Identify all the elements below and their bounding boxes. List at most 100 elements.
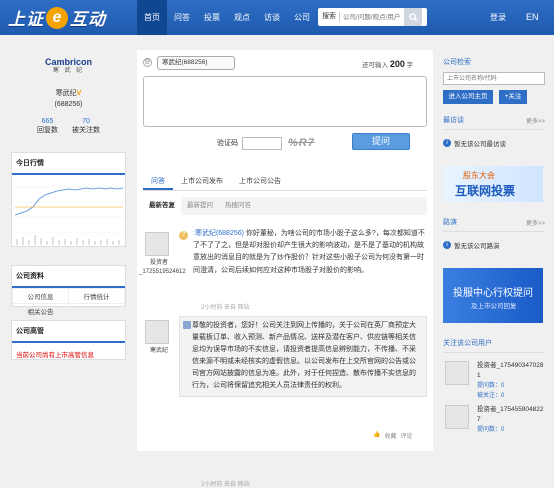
company-sidebar: Cambricon 寒 武 纪 寒武纪V (688256) 665 回复数 70 被… (11, 58, 126, 360)
roadshow-more-link[interactable]: 更多>> (526, 218, 545, 227)
info-icon: i (443, 241, 451, 249)
answer-actions: 👍 收藏 评论 (373, 431, 413, 440)
executives-title: 公司高管 (12, 321, 125, 343)
divider (443, 129, 545, 130)
subtab-hot-qa[interactable]: 热搜问答 (219, 197, 257, 215)
right-sidebar: 公司检索 进入公司主页 +关注 最访谈 更多>> i暂无该公司最访谈 股东大会 … (443, 50, 545, 439)
char-hint-prefix: 还可输入 (362, 62, 388, 69)
question-target-company[interactable]: 寒武纪(688256) (157, 56, 235, 70)
search-button[interactable] (404, 8, 422, 26)
followers-header: 关注该公司用户 (443, 337, 545, 349)
search-icon (408, 12, 418, 22)
login-link[interactable]: 登录 (490, 0, 506, 35)
nav-company[interactable]: 公司 (287, 0, 317, 35)
search-label[interactable]: 搜索 (318, 12, 340, 22)
question-text: :寒武纪(688256) 你好董秘，为啥公司的市场小股子这么多?，每次都知道不了… (193, 228, 427, 277)
followers-title: 关注该公司用户 (443, 340, 492, 347)
submit-question-button[interactable]: 提问 (352, 133, 410, 150)
follow-button[interactable]: +关注 (499, 90, 527, 104)
company-name-block: 寒武纪V (688256) (11, 88, 126, 110)
question-at-company[interactable]: :寒武纪(688256) (193, 230, 244, 237)
enter-company-button[interactable]: 进入公司主页 (443, 90, 493, 104)
like-icon[interactable]: 👍 (373, 431, 380, 440)
data-link-announcements[interactable]: 相关公告 (12, 303, 69, 319)
nav-vote[interactable]: 投票 (197, 0, 227, 35)
content-tabs: 问答 上市公司发布 上市公司公告 (143, 174, 427, 191)
data-cell-empty (68, 303, 125, 319)
answers-count[interactable]: 665 (37, 118, 58, 125)
asker-name[interactable]: 投资者_1725519524612 (139, 259, 186, 277)
interview-empty: i 暂无该公司最访谈 (443, 138, 545, 148)
char-hint-count: 200 (389, 59, 405, 69)
answer-text: 尊敬的投资者，您好！公司关注到网上传播的，关于公司在英厂商预定大量载板订单、收入… (192, 322, 416, 389)
nav-views[interactable]: 观点 (227, 0, 257, 35)
subtab-latest-questions[interactable]: 最新提问 (181, 197, 219, 215)
char-hint-suffix: 字 (406, 62, 414, 69)
logo-e-icon: e (46, 6, 68, 29)
follower-avatar[interactable] (445, 405, 469, 429)
answerer-name[interactable]: 寒武纪 (139, 347, 179, 356)
company-stats: 665 回复数 70 被关注数 (11, 118, 126, 135)
followers-label: 被关注数 (72, 127, 100, 134)
question-target: @ 寒武纪(688256) (143, 56, 235, 70)
follower-item: 投资者_1754559048227 提问数：0 (443, 405, 545, 439)
nav-qa[interactable]: 问答 (167, 0, 197, 35)
verified-icon: V (76, 90, 82, 97)
investor-service-banner[interactable]: 投服中心行权提问 及上市公司回复 (443, 268, 543, 323)
tab-qa[interactable]: 问答 (143, 174, 173, 190)
follower-avatar[interactable] (445, 361, 469, 385)
lang-switch[interactable]: EN (526, 0, 539, 35)
comment-link[interactable]: 评论 (401, 431, 413, 440)
follower-questions: 提问数：0 (477, 427, 505, 433)
quote-panel: 今日行情 (11, 152, 126, 247)
follower-item: 投资者_1754903470281 提问数：0 被关注：0 (443, 361, 545, 399)
company-search-buttons: 进入公司主页 +关注 (443, 90, 545, 104)
nav-home[interactable]: 首页 (137, 0, 167, 35)
main-content: @ 寒武纪(688256) 还可输入 200 字 验证码 %R7 提问 问答 上… (137, 50, 433, 488)
asker-avatar[interactable] (145, 232, 169, 256)
quote-chart (12, 186, 125, 245)
answer-box: 尊敬的投资者，您好！公司关注到网上传播的，关于公司在英厂商预定大量载板订单、收入… (179, 316, 427, 397)
tab-company-releases[interactable]: 上市公司发布 (173, 174, 231, 190)
follower-followed: 被关注：0 (477, 393, 505, 399)
answerer-avatar[interactable] (145, 320, 169, 344)
main-nav: 首页 问答 投票 观点 访谈 公司 (137, 0, 317, 35)
nav-interview[interactable]: 访谈 (257, 0, 287, 35)
answers-label: 回复数 (37, 127, 58, 134)
roadshow-empty: i 暂无该公司路演 (443, 240, 545, 250)
agm-voting-banner[interactable]: 股东大会 互联网投票 (443, 166, 543, 202)
follower-name[interactable]: 投资者_1754903470281 (477, 361, 545, 381)
qa-subtabs: 最新答复 最新提问 热搜问答 (143, 197, 427, 215)
captcha-input[interactable] (242, 136, 282, 150)
site-logo[interactable]: 上证 e 互动 (8, 5, 106, 30)
char-hint: 还可输入 200 字 (362, 59, 413, 69)
answer-meta: 2小时前 来自 网站 (201, 482, 250, 488)
search-input[interactable] (340, 13, 404, 21)
favorite-link[interactable]: 收藏 (384, 431, 396, 440)
company-data-panel: 公司资料 公司信息 行情统计 相关公告 (11, 265, 126, 319)
question-icon: ? (179, 231, 188, 240)
followers-count[interactable]: 70 (72, 118, 100, 125)
company-logo-en: Cambricon (44, 57, 92, 67)
captcha-image[interactable]: %R7 (288, 137, 315, 149)
data-link-stats[interactable]: 行情统计 (68, 288, 125, 304)
executives-panel: 公司高管 当前公司尚有上市高管信息 (11, 320, 126, 360)
company-logo-cn: 寒 武 纪 (52, 68, 85, 74)
interview-header: 最访谈 更多>> (443, 114, 545, 126)
captcha-label: 验证码 (217, 140, 238, 147)
follower-name[interactable]: 投资者_1754559048227 (477, 405, 545, 425)
interview-more-link[interactable]: 更多>> (526, 116, 545, 125)
follower-questions: 提问数：0 (477, 383, 505, 389)
tab-company-announcements[interactable]: 上市公司公告 (231, 174, 289, 190)
answer-icon (183, 321, 191, 329)
subtab-latest-answers[interactable]: 最新答复 (143, 197, 181, 215)
data-link-info[interactable]: 公司信息 (12, 288, 69, 304)
executives-notice: 当前公司尚有上市高管信息 (16, 352, 94, 359)
top-bar: 上证 e 互动 首页 问答 投票 观点 访谈 公司 搜索 登录 EN (0, 0, 554, 35)
quote-title: 今日行情 (12, 153, 125, 175)
banner1-line1: 股东大会 (463, 171, 495, 180)
question-meta: 2小时前 来自 网站 (201, 305, 250, 311)
question-textarea[interactable] (143, 76, 427, 127)
company-logo: Cambricon 寒 武 纪 (11, 58, 126, 76)
company-search-input[interactable] (443, 72, 545, 85)
